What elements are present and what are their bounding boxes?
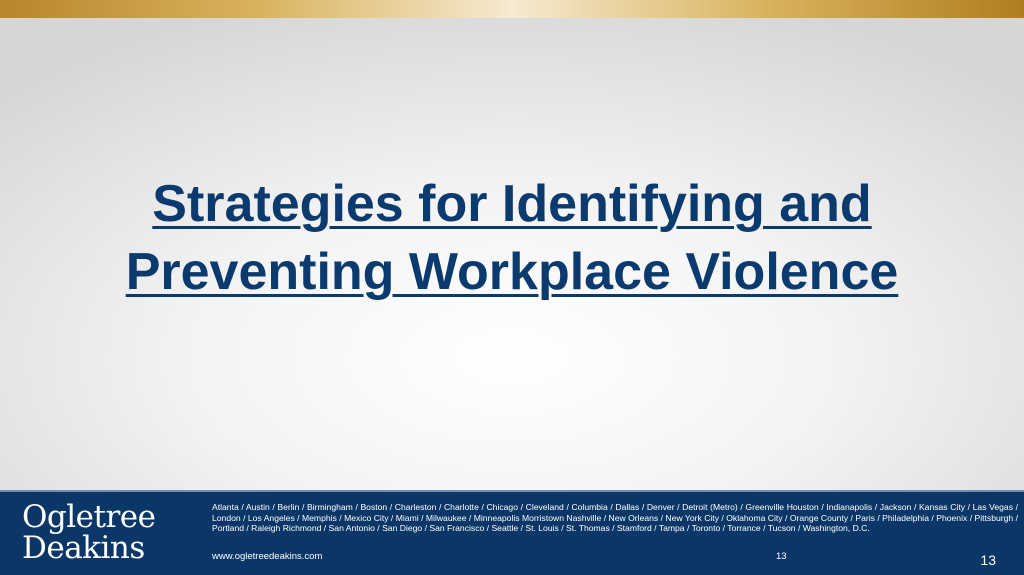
slide-title: Strategies for Identifying and Preventin… — [125, 175, 899, 301]
page-number-small: 13 — [776, 551, 787, 562]
office-locations: Atlanta / Austin / Berlin / Birmingham /… — [212, 502, 1018, 533]
page-number: 13 — [980, 552, 996, 568]
company-logo: Ogletree Deakins — [22, 502, 156, 564]
logo-line-1: Ogletree — [22, 499, 156, 535]
footer-bar: Ogletree Deakins Atlanta / Austin / Berl… — [0, 490, 1024, 575]
logo-line-2: Deakins — [22, 530, 145, 566]
gold-header-bar — [0, 0, 1024, 18]
website-url: www.ogletreedeakins.com — [212, 551, 323, 562]
